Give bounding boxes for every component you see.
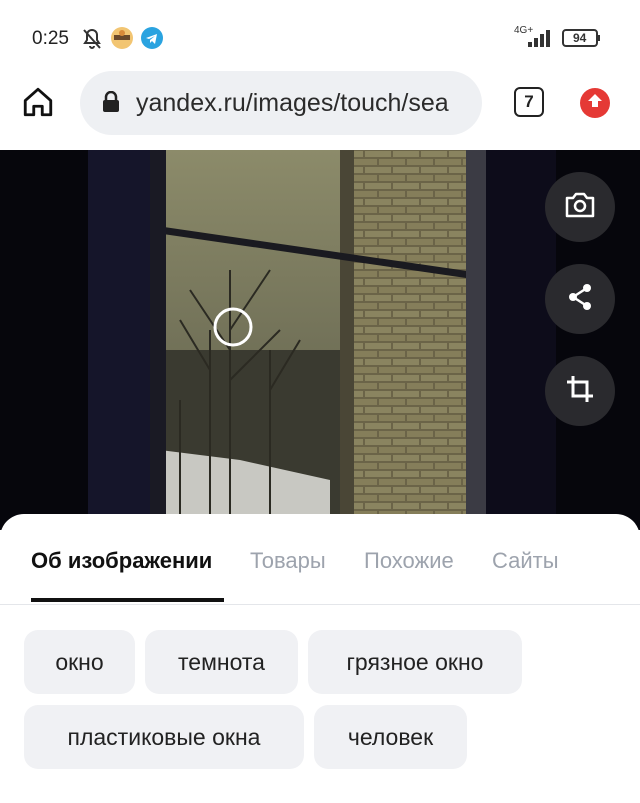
tabs-count-button[interactable]: 7: [514, 87, 544, 117]
crop-button[interactable]: [545, 356, 615, 426]
share-icon: [565, 282, 595, 317]
camera-search-button[interactable]: [545, 172, 615, 242]
signal-icon: [526, 28, 554, 53]
tag-chip[interactable]: грязное окно: [308, 630, 522, 694]
tab-divider: [0, 604, 640, 605]
home-icon: [21, 85, 55, 124]
lock-icon: [102, 90, 120, 118]
tab-about-image[interactable]: Об изображении: [31, 548, 212, 574]
tag-chip[interactable]: человек: [314, 705, 467, 769]
camera-search-icon: [563, 190, 597, 225]
image-info-sheet: Об изображении Товары Похожие Сайты окно…: [0, 514, 640, 803]
tab-bar: Об изображении Товары Похожие Сайты: [0, 544, 640, 604]
update-arrow-icon: [586, 92, 604, 115]
photo-window-view: [0, 150, 640, 530]
url-text: yandex.ru/images/touch/sea: [136, 89, 449, 117]
tag-chip[interactable]: пластиковые окна: [24, 705, 304, 769]
status-time: 0:25: [32, 28, 69, 49]
active-tab-indicator: [31, 598, 224, 602]
update-button[interactable]: [580, 88, 610, 118]
share-button[interactable]: [545, 264, 615, 334]
image-viewer[interactable]: [0, 150, 640, 530]
tab-products[interactable]: Товары: [250, 548, 326, 574]
battery-level: 94: [573, 31, 587, 45]
home-button[interactable]: [18, 84, 58, 124]
telegram-icon: [140, 26, 164, 55]
tab-similar[interactable]: Похожие: [364, 548, 454, 574]
tag-chip[interactable]: темнота: [145, 630, 298, 694]
tag-chip[interactable]: окно: [24, 630, 135, 694]
muted-bell-icon: [80, 27, 104, 56]
crop-icon: [565, 374, 595, 409]
app-avatar-icon: [110, 26, 134, 55]
tab-sites[interactable]: Сайты: [492, 548, 559, 574]
browser-toolbar: yandex.ru/images/touch/sea 7: [0, 66, 640, 148]
address-bar[interactable]: yandex.ru/images/touch/sea: [80, 71, 482, 135]
status-bar: 0:25 4G+ 94: [0, 0, 640, 66]
